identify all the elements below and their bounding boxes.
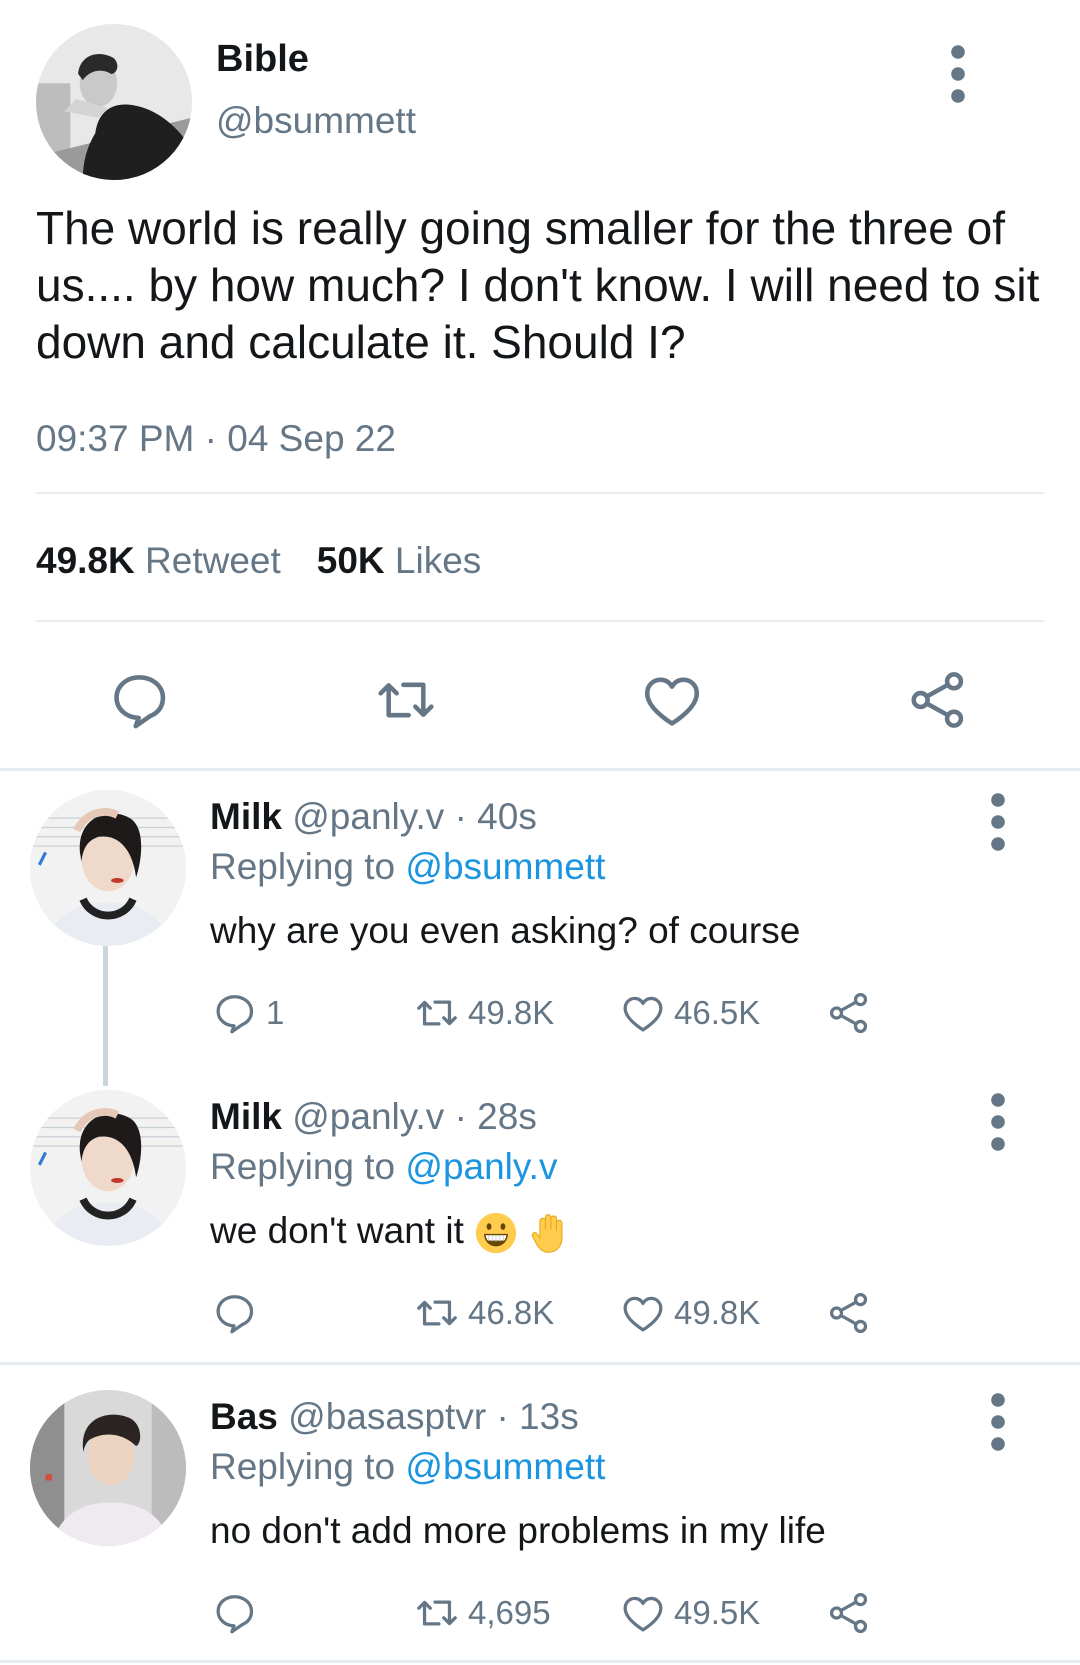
divider: [36, 620, 1044, 622]
reply-time: · 40s: [454, 796, 537, 837]
raised-hand-emoji: [532, 1214, 563, 1254]
reply-button[interactable]: [212, 1590, 266, 1636]
like-icon: [620, 990, 666, 1036]
reply-header: Milk @panly.v · 40s: [210, 796, 537, 838]
replying-to: Replying to @panly.v: [210, 1146, 557, 1188]
share-button[interactable]: [826, 1590, 880, 1636]
author-avatar[interactable]: [36, 24, 192, 180]
like-icon: [640, 668, 704, 732]
reply-icon: [212, 990, 258, 1036]
section-separator: [0, 1660, 1080, 1663]
likes-label: Likes: [394, 540, 482, 581]
reply-button[interactable]: [212, 1290, 266, 1336]
retweet-label: Retweet: [145, 540, 281, 581]
reply-count: 1: [266, 994, 285, 1031]
reply-icon: [212, 1590, 258, 1636]
replying-label: Replying to: [210, 1146, 396, 1187]
replying-to-link[interactable]: @bsummett: [405, 846, 605, 887]
retweet-button[interactable]: 4,695: [414, 1590, 551, 1636]
reply-text: why are you even asking? of course: [210, 910, 801, 951]
reply-button[interactable]: [108, 668, 172, 732]
retweet-button[interactable]: 46.8K: [414, 1290, 554, 1336]
more-options-icon[interactable]: [988, 1392, 1008, 1452]
retweet-count: 46.8K: [468, 1294, 555, 1331]
author-name[interactable]: Bible: [216, 38, 309, 81]
share-icon: [826, 990, 872, 1036]
reply-author-handle[interactable]: @panly.v: [292, 1096, 444, 1137]
thread-line: [103, 946, 108, 1086]
like-button[interactable]: 49.8K: [620, 1290, 760, 1336]
reply-text: we don't want it: [210, 1210, 464, 1251]
like-button[interactable]: 49.5K: [620, 1590, 760, 1636]
likes-count: 50K: [316, 540, 385, 581]
avatar[interactable]: [30, 1090, 186, 1246]
grinning-face-emoji: [475, 1213, 517, 1254]
like-count: 46.5K: [674, 994, 761, 1031]
reply-author-handle[interactable]: @panly.v: [292, 796, 444, 837]
reply-icon: [108, 668, 172, 732]
retweet-icon: [414, 1290, 460, 1336]
retweet-icon: [414, 990, 460, 1036]
retweet-count: 49.8K: [468, 994, 555, 1031]
tweet-stats: 49.8K Retweet 50K Likes: [36, 540, 481, 582]
share-icon: [826, 1290, 872, 1336]
like-button[interactable]: [640, 668, 704, 732]
retweet-icon: [414, 1590, 460, 1636]
more-options-icon[interactable]: [988, 1092, 1008, 1152]
reply-header: Milk @panly.v · 28s: [210, 1096, 537, 1138]
replying-to: Replying to @bsummett: [210, 846, 605, 888]
reply-icon: [212, 1290, 258, 1336]
like-count: 49.5K: [674, 1594, 761, 1631]
share-icon: [826, 1590, 872, 1636]
reply-button[interactable]: 1: [212, 990, 284, 1036]
retweet-count: 49.8K: [36, 540, 135, 581]
replying-to-link[interactable]: @bsummett: [405, 1446, 605, 1487]
share-icon: [906, 668, 970, 732]
like-icon: [620, 1590, 666, 1636]
like-count: 49.8K: [674, 1294, 761, 1331]
author-handle[interactable]: @bsummett: [216, 100, 416, 142]
avatar[interactable]: [30, 1390, 186, 1546]
replying-label: Replying to: [210, 1446, 396, 1487]
tweet-text: The world is really going smaller for th…: [36, 202, 1040, 368]
like-icon: [620, 1290, 666, 1336]
section-separator: [0, 1362, 1080, 1365]
reply-author-name[interactable]: Milk: [210, 796, 282, 837]
retweet-button[interactable]: 49.8K: [414, 990, 554, 1036]
reply-text-row: we don't want it: [210, 1210, 572, 1255]
reply-author-name[interactable]: Milk: [210, 1096, 282, 1137]
share-button[interactable]: [826, 1290, 880, 1336]
retweet-count-link[interactable]: 49.8K Retweet: [36, 540, 281, 581]
reply-author-handle[interactable]: @basasptvr: [288, 1396, 486, 1437]
reply-text: no don't add more problems in my life: [210, 1510, 826, 1551]
reply-time: · 13s: [496, 1396, 579, 1437]
retweet-icon: [374, 668, 438, 732]
divider: [36, 492, 1044, 494]
reply-header: Bas @basasptvr · 13s: [210, 1396, 579, 1438]
more-options-icon[interactable]: [988, 792, 1008, 852]
share-button[interactable]: [826, 990, 880, 1036]
likes-count-link[interactable]: 50K Likes: [317, 540, 482, 581]
retweet-button[interactable]: [374, 668, 438, 732]
tweet-timestamp[interactable]: 09:37 PM · 04 Sep 22: [36, 418, 396, 460]
more-options-icon[interactable]: [948, 44, 968, 104]
replying-to: Replying to @bsummett: [210, 1446, 605, 1488]
retweet-count: 4,695: [468, 1594, 551, 1631]
like-button[interactable]: 46.5K: [620, 990, 760, 1036]
share-button[interactable]: [906, 668, 970, 732]
section-separator: [0, 768, 1080, 771]
replying-label: Replying to: [210, 846, 396, 887]
reply-time: · 28s: [454, 1096, 537, 1137]
avatar[interactable]: [30, 790, 186, 946]
reply-author-name[interactable]: Bas: [210, 1396, 278, 1437]
replying-to-link[interactable]: @panly.v: [405, 1146, 557, 1187]
